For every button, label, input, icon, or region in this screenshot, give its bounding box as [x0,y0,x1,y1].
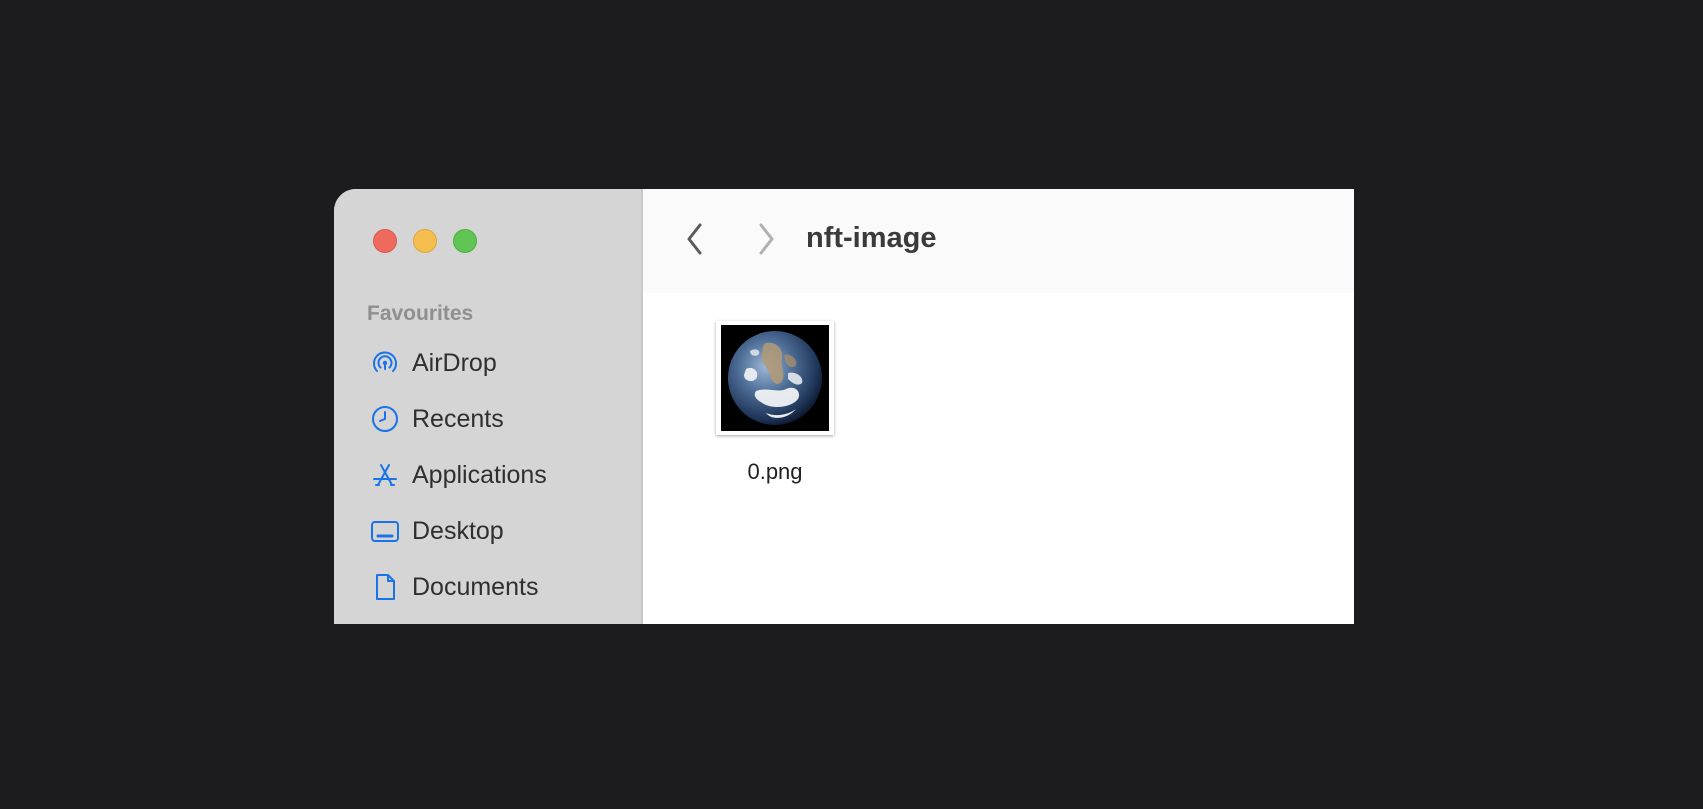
sidebar-item-label: Recents [412,404,504,433]
sidebar-item-documents[interactable]: Documents [370,559,547,615]
sidebar-item-recents[interactable]: Recents [370,391,547,447]
finder-window: Favourites AirDrop Recents Applications … [334,189,1354,624]
file-item[interactable]: 0.png [710,321,840,485]
earth-image [721,325,829,431]
maximize-button[interactable] [453,229,477,253]
window-controls [373,229,477,253]
main-pane: nft-image 0.png [643,189,1354,624]
sidebar-item-label: Applications [412,460,547,489]
minimize-button[interactable] [413,229,437,253]
sidebar-item-desktop[interactable]: Desktop [370,503,547,559]
desktop-icon [370,516,400,546]
close-button[interactable] [373,229,397,253]
file-name: 0.png [747,459,803,484]
sidebar-item-airdrop[interactable]: AirDrop [370,335,547,391]
clock-icon [370,404,400,434]
sidebar-section-title: Favourites [367,302,474,325]
applications-icon [370,460,400,490]
document-icon [370,572,400,602]
sidebar-item-label: AirDrop [412,348,497,377]
sidebar-list: AirDrop Recents Applications Desktop Doc… [370,335,547,615]
sidebar-item-label: Desktop [412,516,504,545]
folder-title: nft-image [806,222,937,254]
sidebar: Favourites AirDrop Recents Applications … [334,189,643,624]
sidebar-item-label: Documents [412,572,539,601]
chevron-right-icon [759,223,774,255]
chevron-left-icon [687,223,702,255]
back-button[interactable] [675,219,715,259]
airdrop-icon [370,348,400,378]
sidebar-item-applications[interactable]: Applications [370,447,547,503]
toolbar: nft-image [643,189,1354,293]
file-thumbnail[interactable] [716,321,834,435]
forward-button[interactable] [746,219,786,259]
